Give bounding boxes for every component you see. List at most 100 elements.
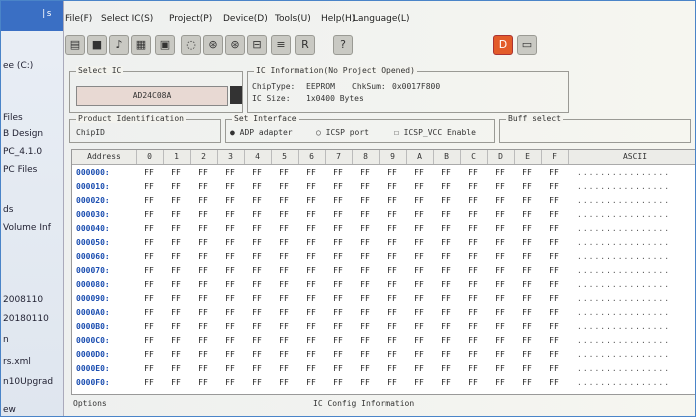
byte-cell[interactable]: FF (273, 292, 295, 305)
byte-cell[interactable]: FF (516, 320, 538, 333)
byte-cell[interactable]: FF (219, 236, 241, 249)
byte-cell[interactable]: FF (192, 278, 214, 291)
byte-cell[interactable]: FF (138, 320, 160, 333)
byte-cell[interactable]: FF (381, 236, 403, 249)
byte-cell[interactable]: FF (327, 250, 349, 263)
byte-cell[interactable]: FF (165, 376, 187, 389)
byte-cell[interactable]: FF (516, 362, 538, 375)
byte-cell[interactable]: FF (489, 362, 511, 375)
byte-cell[interactable]: FF (300, 250, 322, 263)
byte-cell[interactable]: FF (408, 362, 430, 375)
byte-cell[interactable]: FF (165, 278, 187, 291)
byte-cell[interactable]: FF (192, 264, 214, 277)
byte-cell[interactable]: FF (543, 362, 565, 375)
byte-cell[interactable]: FF (489, 334, 511, 347)
byte-cell[interactable]: FF (462, 348, 484, 361)
byte-cell[interactable]: FF (462, 264, 484, 277)
byte-cell[interactable]: FF (381, 180, 403, 193)
byte-cell[interactable]: FF (219, 180, 241, 193)
byte-cell[interactable]: FF (219, 334, 241, 347)
byte-cell[interactable]: FF (516, 264, 538, 277)
byte-cell[interactable]: FF (381, 306, 403, 319)
byte-cell[interactable]: FF (165, 166, 187, 179)
open-icon[interactable]: ▤ (65, 35, 85, 55)
byte-cell[interactable]: FF (273, 334, 295, 347)
byte-cell[interactable]: FF (192, 180, 214, 193)
byte-cell[interactable]: FF (300, 334, 322, 347)
explorer-item[interactable]: B Design (3, 129, 43, 139)
byte-cell[interactable]: FF (408, 320, 430, 333)
icsp-port-radio[interactable]: ○ ICSP port (316, 128, 369, 137)
byte-cell[interactable]: FF (165, 306, 187, 319)
byte-cell[interactable]: FF (381, 208, 403, 221)
byte-cell[interactable]: FF (138, 222, 160, 235)
byte-cell[interactable]: FF (246, 264, 268, 277)
byte-cell[interactable]: FF (435, 348, 457, 361)
byte-cell[interactable]: FF (516, 208, 538, 221)
byte-cell[interactable]: FF (192, 348, 214, 361)
byte-cell[interactable]: FF (246, 362, 268, 375)
byte-cell[interactable]: FF (138, 236, 160, 249)
byte-cell[interactable]: FF (354, 236, 376, 249)
byte-cell[interactable]: FF (219, 208, 241, 221)
byte-cell[interactable]: FF (516, 236, 538, 249)
save-icon[interactable]: ■ (87, 35, 107, 55)
byte-cell[interactable]: FF (543, 292, 565, 305)
byte-cell[interactable]: FF (543, 222, 565, 235)
byte-cell[interactable]: FF (246, 292, 268, 305)
byte-cell[interactable]: FF (408, 292, 430, 305)
erase-icon[interactable]: ◌ (181, 35, 201, 55)
byte-cell[interactable]: FF (273, 180, 295, 193)
byte-cell[interactable]: FF (462, 194, 484, 207)
byte-cell[interactable]: FF (489, 376, 511, 389)
byte-cell[interactable]: FF (273, 250, 295, 263)
byte-cell[interactable]: FF (165, 334, 187, 347)
byte-cell[interactable]: FF (489, 236, 511, 249)
byte-cell[interactable]: FF (354, 376, 376, 389)
byte-cell[interactable]: FF (489, 348, 511, 361)
byte-cell[interactable]: FF (138, 194, 160, 207)
byte-cell[interactable]: FF (327, 334, 349, 347)
byte-cell[interactable]: FF (192, 250, 214, 263)
byte-cell[interactable]: FF (165, 180, 187, 193)
byte-cell[interactable]: FF (138, 306, 160, 319)
byte-cell[interactable]: FF (300, 166, 322, 179)
byte-cell[interactable]: FF (354, 278, 376, 291)
byte-cell[interactable]: FF (543, 180, 565, 193)
byte-cell[interactable]: FF (381, 320, 403, 333)
byte-cell[interactable]: FF (462, 306, 484, 319)
byte-cell[interactable]: FF (381, 250, 403, 263)
byte-cell[interactable]: FF (273, 194, 295, 207)
byte-cell[interactable]: FF (327, 362, 349, 375)
byte-cell[interactable]: FF (381, 166, 403, 179)
explorer-item[interactable]: ee (C:) (3, 61, 33, 71)
byte-cell[interactable]: FF (192, 320, 214, 333)
byte-cell[interactable]: FF (300, 222, 322, 235)
device-red-icon[interactable]: D (493, 35, 513, 55)
byte-cell[interactable]: FF (138, 250, 160, 263)
explorer-item[interactable]: PC_4.1.0 (3, 147, 42, 157)
byte-cell[interactable]: FF (138, 264, 160, 277)
byte-cell[interactable]: FF (165, 348, 187, 361)
byte-cell[interactable]: FF (219, 264, 241, 277)
byte-cell[interactable]: FF (408, 166, 430, 179)
byte-cell[interactable]: FF (300, 376, 322, 389)
byte-cell[interactable]: FF (435, 208, 457, 221)
byte-cell[interactable]: FF (435, 166, 457, 179)
byte-cell[interactable]: FF (138, 208, 160, 221)
help-icon[interactable]: ? (333, 35, 353, 55)
byte-cell[interactable]: FF (489, 180, 511, 193)
chip-id-button[interactable]: ChipID (76, 128, 105, 137)
byte-cell[interactable]: FF (300, 320, 322, 333)
byte-cell[interactable]: FF (327, 208, 349, 221)
byte-cell[interactable]: FF (408, 222, 430, 235)
byte-cell[interactable]: FF (543, 264, 565, 277)
byte-cell[interactable]: FF (273, 208, 295, 221)
byte-cell[interactable]: FF (489, 264, 511, 277)
byte-cell[interactable]: FF (462, 376, 484, 389)
byte-cell[interactable]: FF (381, 264, 403, 277)
byte-cell[interactable]: FF (300, 180, 322, 193)
byte-cell[interactable]: FF (489, 306, 511, 319)
byte-cell[interactable]: FF (489, 278, 511, 291)
byte-cell[interactable]: FF (246, 278, 268, 291)
